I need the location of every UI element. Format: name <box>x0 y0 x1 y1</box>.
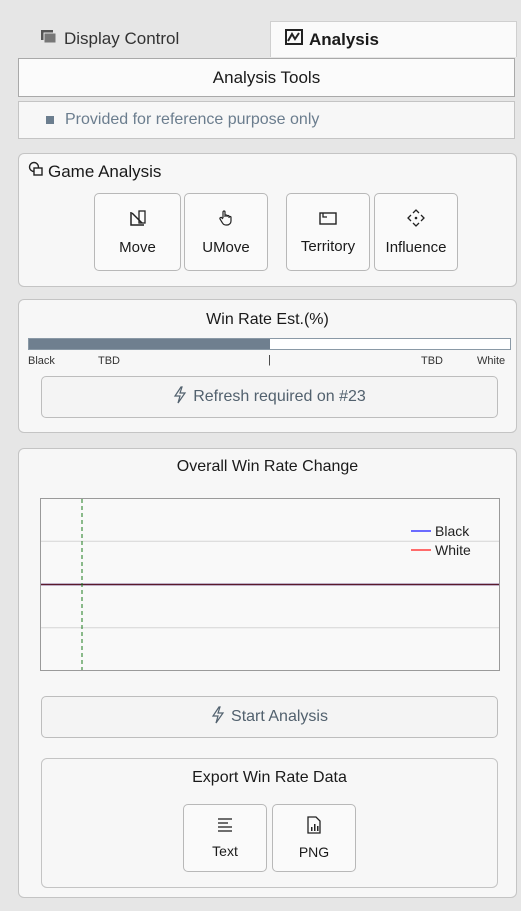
win-rate-title: Win Rate Est.(%) <box>206 311 329 328</box>
win-rate-white-value: TBD <box>421 355 443 367</box>
move-button-label: Move <box>119 238 156 256</box>
hand-icon <box>217 209 235 239</box>
export-title: Export Win Rate Data <box>192 769 347 786</box>
legend-label-white: White <box>435 542 471 558</box>
win-rate-black-label: Black <box>28 355 55 367</box>
image-file-icon <box>306 816 322 844</box>
export-text-button[interactable]: Text <box>183 804 267 872</box>
overall-win-rate-title: Overall Win Rate Change <box>176 458 359 475</box>
game-analysis-title: Game Analysis <box>48 161 162 181</box>
bullet-icon <box>46 116 54 124</box>
analysis-tools-header: Analysis Tools <box>18 58 515 97</box>
export-text-label: Text <box>212 843 238 859</box>
territory-button[interactable]: Territory <box>286 193 370 271</box>
territory-button-label: Territory <box>300 237 356 255</box>
win-rate-black-value: TBD <box>98 355 120 367</box>
win-rate-black-fill <box>29 339 270 349</box>
win-rate-divider: | <box>268 354 271 366</box>
analysis-tools-title: Analysis Tools <box>212 67 321 87</box>
game-analysis-heading: Game Analysis <box>28 161 161 182</box>
lightning-icon <box>211 705 231 729</box>
legend-label-black: Black <box>435 523 470 539</box>
umove-button-label: UMove <box>202 238 250 256</box>
influence-button-label: Influence <box>385 238 447 256</box>
win-rate-white-label: White <box>477 355 506 367</box>
umove-button[interactable]: UMove <box>184 193 268 271</box>
export-png-label: PNG <box>298 844 330 860</box>
start-analysis-label: Start Analysis <box>231 708 328 725</box>
win-rate-chart: Black White <box>40 498 500 671</box>
move-button[interactable]: Move <box>94 193 181 271</box>
tab-display-control-label: Display Control <box>64 29 180 48</box>
reference-notice: Provided for reference purpose only <box>18 101 515 139</box>
influence-button[interactable]: Influence <box>374 193 458 271</box>
refresh-button-label: Refresh required on #23 <box>193 388 366 405</box>
lightning-icon <box>173 385 193 409</box>
export-png-button[interactable]: PNG <box>272 804 356 872</box>
tab-analysis-label: Analysis <box>309 29 379 49</box>
text-lines-icon <box>216 817 234 843</box>
tab-analysis[interactable]: Analysis <box>270 21 517 57</box>
territory-icon <box>319 210 337 238</box>
refresh-button[interactable]: Refresh required on #23 <box>41 376 498 418</box>
tab-display-control[interactable]: Display Control <box>40 21 265 57</box>
reference-notice-text: Provided for reference purpose only <box>65 111 320 128</box>
win-rate-bar <box>28 338 511 350</box>
chart-icon <box>285 29 309 50</box>
analysis-icon <box>28 161 44 182</box>
layers-icon <box>40 29 64 50</box>
influence-icon <box>407 208 425 239</box>
move-icon <box>129 209 147 239</box>
start-analysis-button[interactable]: Start Analysis <box>41 696 498 738</box>
